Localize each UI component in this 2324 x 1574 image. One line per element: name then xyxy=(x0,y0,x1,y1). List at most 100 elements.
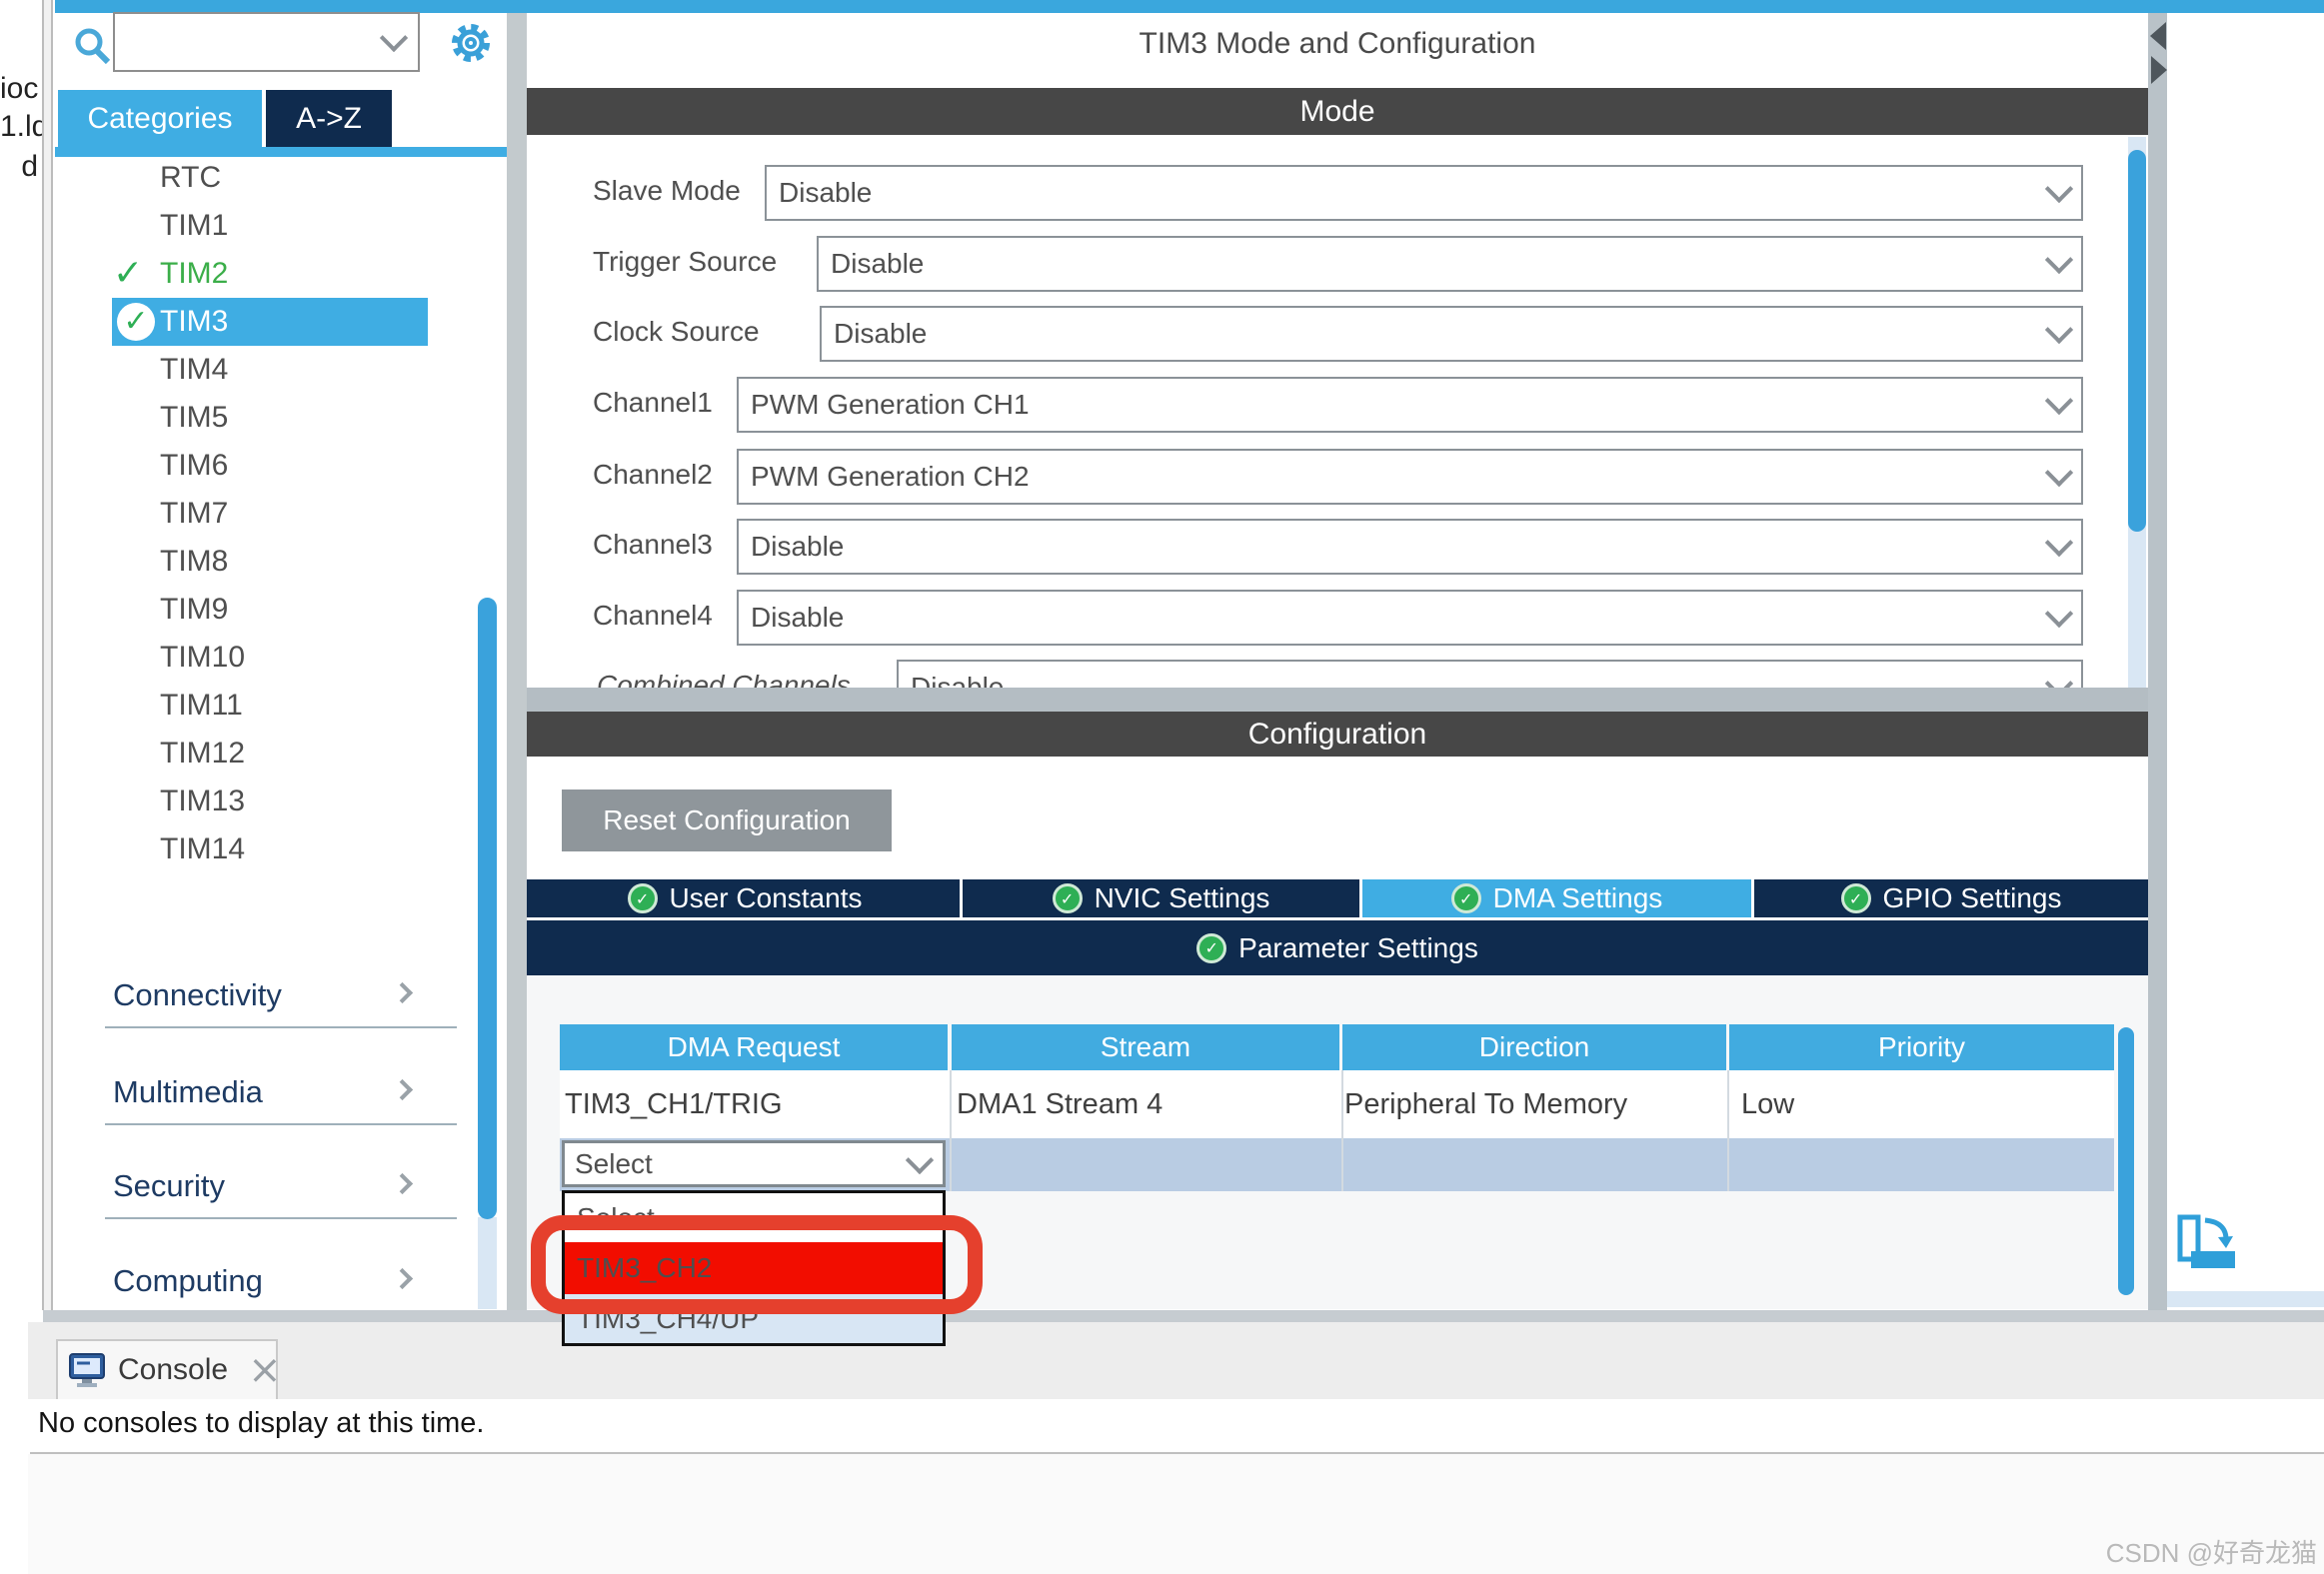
select-value: Disable xyxy=(899,672,2037,688)
tab-nvic-settings[interactable]: ✓ NVIC Settings xyxy=(963,879,1359,917)
console-monitor-icon xyxy=(68,1352,106,1388)
sidebar-item-tim10[interactable]: TIM10 xyxy=(55,634,507,682)
sidebar-item-tim2[interactable]: ✓ TIM2 xyxy=(55,250,507,298)
main-splitter[interactable] xyxy=(507,13,527,1310)
check-badge-icon: ✓ xyxy=(1053,883,1083,913)
tab-gpio-settings[interactable]: ✓ GPIO Settings xyxy=(1754,879,2148,917)
console-tab[interactable]: Console × xyxy=(56,1339,278,1399)
mode-row-label: Clock Source xyxy=(593,306,760,358)
clock-source-select[interactable]: Disable xyxy=(820,306,2083,362)
item-label: RTC xyxy=(160,161,221,194)
mode-scrollbar-thumb[interactable] xyxy=(2128,150,2146,532)
sidebar-scrollbar-track[interactable] xyxy=(478,1217,497,1309)
item-label: TIM4 xyxy=(160,353,228,386)
channel1-select[interactable]: PWM Generation CH1 xyxy=(737,377,2083,433)
sidebar-item-tim3-selected[interactable]: ✓ TIM3 xyxy=(55,298,507,346)
sidebar-item-tim13[interactable]: TIM13 xyxy=(55,778,507,825)
sidebar-item-tim12[interactable]: TIM12 xyxy=(55,730,507,778)
tab-label: Parameter Settings xyxy=(1238,932,1478,964)
sidebar-item-tim14[interactable]: TIM14 xyxy=(55,825,507,873)
item-label: TIM8 xyxy=(160,545,228,578)
sidebar-category-computing[interactable]: Computing xyxy=(55,1261,507,1313)
mode-row-label: Channel3 xyxy=(593,519,713,571)
collapse-right-triangle-icon[interactable] xyxy=(2151,56,2167,84)
left-splitter[interactable] xyxy=(42,0,53,1310)
sidebar-item-tim4[interactable]: TIM4 xyxy=(55,346,507,394)
trigger-source-select[interactable]: Disable xyxy=(817,236,2083,292)
console-tabbar xyxy=(28,1322,2324,1399)
chevron-down-icon xyxy=(2045,670,2073,688)
collapse-left-triangle-icon[interactable] xyxy=(2150,22,2166,50)
dma-request-combobox[interactable]: Select xyxy=(562,1140,946,1187)
check-badge-icon: ✓ xyxy=(1451,883,1481,913)
sidebar-item-tim5[interactable]: TIM5 xyxy=(55,394,507,442)
sidebar-item-tim8[interactable]: TIM8 xyxy=(55,538,507,586)
search-input[interactable] xyxy=(115,26,384,59)
chevron-down-icon xyxy=(2045,459,2073,487)
gear-icon[interactable] xyxy=(448,20,494,66)
tab-categories[interactable]: Categories xyxy=(58,90,262,147)
sidebar-item-tim7[interactable]: TIM7 xyxy=(55,490,507,538)
checked-badge-icon: ✓ xyxy=(117,303,155,341)
channel3-select[interactable]: Disable xyxy=(737,519,2083,575)
app-window: ioc 1.ld d Categories A->Z RTC TIM1 ✓ TI… xyxy=(0,0,2324,1574)
sidebar-item-tim11[interactable]: TIM11 xyxy=(55,682,507,730)
section-splitter[interactable] xyxy=(527,688,2148,712)
item-label: TIM7 xyxy=(160,497,228,530)
tab-a-to-z[interactable]: A->Z xyxy=(266,90,392,147)
select-value: Disable xyxy=(819,248,2037,280)
channel2-select[interactable]: PWM Generation CH2 xyxy=(737,449,2083,505)
console-top-strip xyxy=(43,1310,2324,1322)
category-divider xyxy=(105,1123,457,1125)
configuration-section-header: Configuration xyxy=(527,712,2148,757)
chevron-down-icon xyxy=(2045,387,2073,415)
sidebar-item-tim6[interactable]: TIM6 xyxy=(55,442,507,490)
console-message: No consoles to display at this time. xyxy=(38,1402,484,1444)
chevron-right-icon xyxy=(392,1268,413,1289)
select-value: Disable xyxy=(767,177,2037,209)
table-scrollbar-thumb[interactable] xyxy=(2118,1027,2134,1295)
sidebar-item-tim9[interactable]: TIM9 xyxy=(55,586,507,634)
combined-channels-select[interactable]: Disable xyxy=(897,660,2083,688)
sidebar-category-multimedia[interactable]: Multimedia xyxy=(55,1072,507,1124)
sidebar-item-rtc[interactable]: RTC xyxy=(55,154,507,202)
mode-section-body: Slave Mode Disable Trigger Source Disabl… xyxy=(527,135,2148,688)
sidebar-scrollbar-thumb[interactable] xyxy=(478,598,497,1219)
item-label: TIM11 xyxy=(160,689,243,722)
chevron-down-icon xyxy=(2045,246,2073,274)
tab-parameter-settings[interactable]: ✓ Parameter Settings xyxy=(527,920,2148,975)
chevron-right-icon xyxy=(392,982,413,1003)
cell-priority: Low xyxy=(1741,1070,1794,1138)
search-combobox[interactable] xyxy=(113,12,420,72)
tab-categories-label: Categories xyxy=(87,102,232,136)
column-header-direction: Direction xyxy=(1342,1024,1726,1070)
slave-mode-select[interactable]: Disable xyxy=(765,165,2083,221)
rotate-view-icon[interactable] xyxy=(2175,1209,2239,1273)
column-header-priority: Priority xyxy=(1729,1024,2114,1070)
sidebar-category-security[interactable]: Security xyxy=(55,1166,507,1218)
sidebar-category-connectivity[interactable]: Connectivity xyxy=(55,975,507,1027)
tab-label: User Constants xyxy=(670,882,863,914)
mode-row-label: Channel2 xyxy=(593,449,713,501)
item-label: TIM13 xyxy=(160,785,245,817)
check-badge-icon: ✓ xyxy=(1196,933,1226,963)
sidebar-item-tim1[interactable]: TIM1 xyxy=(55,202,507,250)
category-divider xyxy=(105,1217,457,1219)
mode-row-label: Channel4 xyxy=(593,590,713,642)
select-value: Disable xyxy=(739,602,2037,634)
tab-user-constants[interactable]: ✓ User Constants xyxy=(530,879,960,917)
close-icon[interactable]: × xyxy=(248,1347,282,1393)
item-label: TIM3 xyxy=(160,298,228,346)
item-label: TIM10 xyxy=(160,641,245,674)
tab-label: GPIO Settings xyxy=(1883,882,2062,914)
table-row[interactable] xyxy=(560,1070,2114,1138)
channel4-select[interactable]: Disable xyxy=(737,590,2083,646)
reset-configuration-button[interactable]: Reset Configuration xyxy=(562,789,892,851)
bottom-right-scroll-strip[interactable] xyxy=(2167,1291,2324,1307)
explorer-fragment: d xyxy=(0,150,38,184)
chevron-down-icon xyxy=(2045,600,2073,628)
search-dropdown-chevron-icon[interactable] xyxy=(380,24,408,52)
tab-a-to-z-label: A->Z xyxy=(296,102,362,136)
tab-dma-settings[interactable]: ✓ DMA Settings xyxy=(1362,879,1751,917)
chevron-right-icon xyxy=(392,1173,413,1194)
